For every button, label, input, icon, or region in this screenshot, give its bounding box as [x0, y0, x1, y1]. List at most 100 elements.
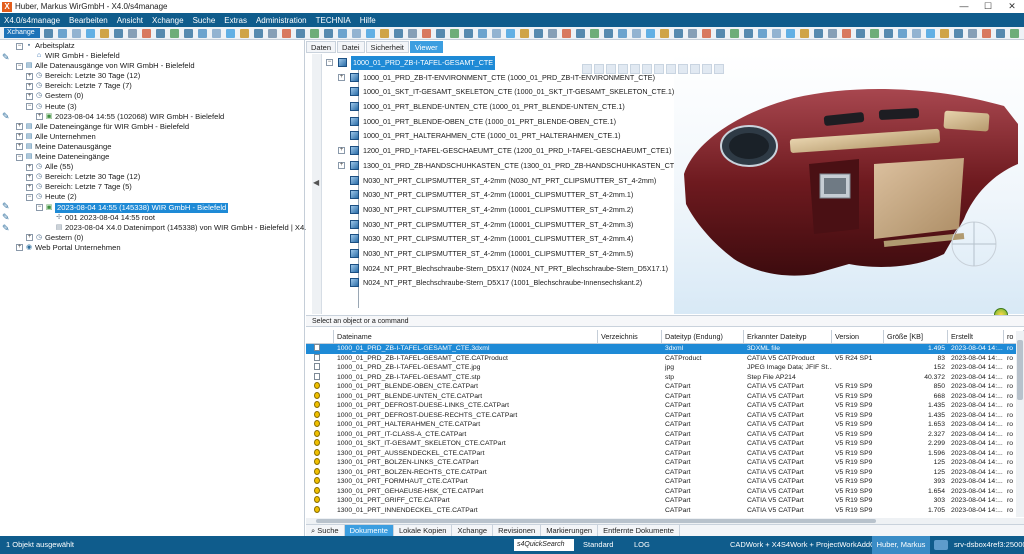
toolbar-action-icon[interactable]: [310, 28, 319, 38]
menu-item[interactable]: Administration: [256, 16, 307, 25]
toolbar-action-icon[interactable]: [842, 28, 851, 38]
toolbar-action-icon[interactable]: [156, 28, 165, 38]
3d-model-view[interactable]: [674, 54, 1024, 314]
toolbar-action-icon[interactable]: [786, 28, 795, 38]
tree-node[interactable]: − ▪ Arbeitsplatz: [16, 41, 304, 51]
viewer-tool-icon[interactable]: [642, 64, 652, 74]
tree-node[interactable]: − ▣ 2023-08-04 14:55 (145338) WIR GmbH - B…: [16, 202, 304, 213]
product-tree-node[interactable]: N030_NT_PRT_CLIPSMUTTER_ST_4-2mm (10001_…: [326, 188, 686, 203]
viewer-tool-icon[interactable]: [606, 64, 616, 74]
tab-revisionen[interactable]: Revisionen: [493, 525, 542, 536]
toolbar-action-icon[interactable]: [338, 28, 347, 38]
product-tree-node[interactable]: N030_NT_PRT_CLIPSMUTTER_ST_4-2mm (10001_…: [326, 247, 686, 262]
tree-node[interactable]: + ◷ Alle (55): [16, 162, 304, 172]
toolbar-action-icon[interactable]: [996, 28, 1005, 38]
column-header[interactable]: Größe [KB]: [884, 330, 948, 343]
product-tree-node[interactable]: N024_NT_PRT_Blechschraube-Stern_D5X17 (1…: [326, 276, 686, 291]
tab-lokale-kopien[interactable]: Lokale Kopien: [394, 525, 453, 536]
toolbar-action-icon[interactable]: [604, 28, 613, 38]
toolbar-action-icon[interactable]: [800, 28, 809, 38]
tree-node[interactable]: − ▤ Alle Datenausgänge von WIR GmbH - Biel…: [16, 61, 304, 71]
module-select[interactable]: Xchange: [4, 28, 40, 38]
toolbar-action-icon[interactable]: [436, 28, 445, 38]
table-row[interactable]: 1000_01_PRT_DEFROST-DUESE-RECHTS_CTE.CAT…: [306, 410, 1024, 421]
tree-node[interactable]: ⌂ WIR GmbH - Bielefeld: [16, 51, 304, 61]
toolbar-action-icon[interactable]: [954, 28, 963, 38]
table-row[interactable]: 1000_01_PRT_DEFROST-DUESE-LINKS_CTE.CATP…: [306, 401, 1024, 411]
edit-icon[interactable]: ✎: [2, 202, 11, 211]
toolbar-action-icon[interactable]: [142, 28, 151, 38]
column-header[interactable]: [306, 330, 334, 343]
tab-sicherheit[interactable]: Sicherheit: [365, 41, 409, 53]
table-row[interactable]: 1000_01_PRD_ZB-I-TAFEL-GESAMT_CTE.jpg jpg…: [306, 363, 1024, 373]
menu-item[interactable]: Suche: [193, 16, 216, 25]
toolbar-action-icon[interactable]: [282, 28, 291, 38]
tree-node[interactable]: + ◉ Web Portal Unternehmen: [16, 243, 304, 253]
tab-suche[interactable]: ⌕ Suche: [306, 525, 345, 536]
toolbar-action-icon[interactable]: [450, 28, 459, 38]
edit-icon[interactable]: ✎: [2, 53, 11, 62]
toolbar-action-icon[interactable]: [492, 28, 501, 38]
toolbar-action-icon[interactable]: [576, 28, 585, 38]
toolbar-action-icon[interactable]: [618, 28, 627, 38]
toolbar-action-icon[interactable]: [86, 28, 95, 38]
scrollbar-thumb[interactable]: [316, 519, 876, 523]
product-tree-node[interactable]: 1000_01_PRT_BLENDE-OBEN_CTE (1000_01_PRT…: [326, 115, 686, 130]
expand-toggle-icon[interactable]: −: [36, 204, 43, 211]
tree-node[interactable]: + ▣ 2023-08-04 14:55 (102068) WIR GmbH - B…: [16, 112, 304, 122]
viewer-tool-icon[interactable]: [666, 64, 676, 74]
table-row[interactable]: 1300_01_PRT_AUSSENDECKEL_CTE.CATPart CATP…: [306, 448, 1024, 459]
toolbar-action-icon[interactable]: [394, 28, 403, 38]
expand-toggle-icon[interactable]: +: [338, 147, 345, 155]
tree-node[interactable]: + ◷ Bereich: Letzte 7 Tage (5): [16, 182, 304, 192]
toolbar-action-icon[interactable]: [646, 28, 655, 38]
menu-item[interactable]: Xchange: [152, 16, 184, 25]
toolbar-action-icon[interactable]: [744, 28, 753, 38]
viewer-tool-icon[interactable]: [582, 64, 592, 74]
toolbar-action-icon[interactable]: [632, 28, 641, 38]
tab-datei[interactable]: Datei: [337, 41, 365, 53]
expand-toggle-icon[interactable]: +: [26, 72, 33, 80]
toolbar-action-icon[interactable]: [226, 28, 235, 38]
toolbar-action-icon[interactable]: [128, 28, 137, 38]
tab-xchange[interactable]: Xchange: [452, 525, 494, 536]
table-row[interactable]: 1300_01_PRT_INNENDECKEL_CTE.CATPart CATPa…: [306, 505, 1024, 516]
toolbar-action-icon[interactable]: [1010, 28, 1019, 38]
toolbar-action-icon[interactable]: [44, 28, 53, 38]
toolbar-action-icon[interactable]: [324, 28, 333, 38]
toolbar-action-icon[interactable]: [170, 28, 179, 38]
viewer-tool-icon[interactable]: [630, 64, 640, 74]
edit-icon[interactable]: ✎: [2, 112, 11, 121]
product-tree-node[interactable]: N030_NT_PRT_CLIPSMUTTER_ST_4-2mm (10001_…: [326, 232, 686, 247]
table-row[interactable]: 1300_01_PRT_GRIFF_CTE.CATPart CATPart CATI…: [306, 496, 1024, 506]
toolbar-action-icon[interactable]: [702, 28, 711, 38]
mode-status[interactable]: Standard: [583, 536, 613, 554]
toolbar-action-icon[interactable]: [674, 28, 683, 38]
product-tree-node[interactable]: +1200_01_PRD_I-TAFEL-GESCHAEUMT_CTE (120…: [326, 144, 686, 159]
table-row[interactable]: 1000_01_PRT_BLENDE-UNTEN_CTE.CATPart CATP…: [306, 391, 1024, 402]
product-tree-node[interactable]: +1300_01_PRD_ZB-HANDSCHUHKASTEN_CTE (130…: [326, 159, 686, 174]
tree-node[interactable]: + ◷ Bereich: Letzte 30 Tage (12): [16, 71, 304, 81]
tree-node[interactable]: + ◷ Bereich: Letzte 30 Tage (12): [16, 172, 304, 182]
expand-toggle-icon[interactable]: +: [338, 161, 345, 169]
toolbar-action-icon[interactable]: [366, 28, 375, 38]
expand-toggle-icon[interactable]: +: [26, 92, 33, 100]
toolbar-action-icon[interactable]: [912, 28, 921, 38]
tree-node[interactable]: + ▤ Meine Datenausgänge: [16, 142, 304, 152]
toolbar-action-icon[interactable]: [828, 28, 837, 38]
product-tree-node[interactable]: N030_NT_PRT_CLIPSMUTTER_ST_4-2mm (10001_…: [326, 203, 686, 218]
toolbar-action-icon[interactable]: [730, 28, 739, 38]
table-row[interactable]: 1300_01_PRT_FORMHAUT_CTE.CATPart CATPart C…: [306, 477, 1024, 487]
expand-toggle-icon[interactable]: −: [26, 193, 33, 201]
table-row[interactable]: 1300_01_PRT_BOLZEN-RECHTS_CTE.CATPart CAT…: [306, 467, 1024, 478]
table-row[interactable]: 1000_01_PRD_ZB-I-TAFEL-GESAMT_CTE.stp stp…: [306, 372, 1024, 383]
expand-toggle-icon[interactable]: +: [16, 133, 23, 141]
toolbar-action-icon[interactable]: [58, 28, 67, 38]
toolbar-action-icon[interactable]: [114, 28, 123, 38]
edit-icon[interactable]: ✎: [2, 213, 11, 222]
toolbar-action-icon[interactable]: [478, 28, 487, 38]
menu-item[interactable]: X4.0/s4manage: [4, 16, 60, 25]
toolbar-action-icon[interactable]: [968, 28, 977, 38]
expand-toggle-icon[interactable]: +: [26, 82, 33, 90]
toolbar-action-icon[interactable]: [772, 28, 781, 38]
